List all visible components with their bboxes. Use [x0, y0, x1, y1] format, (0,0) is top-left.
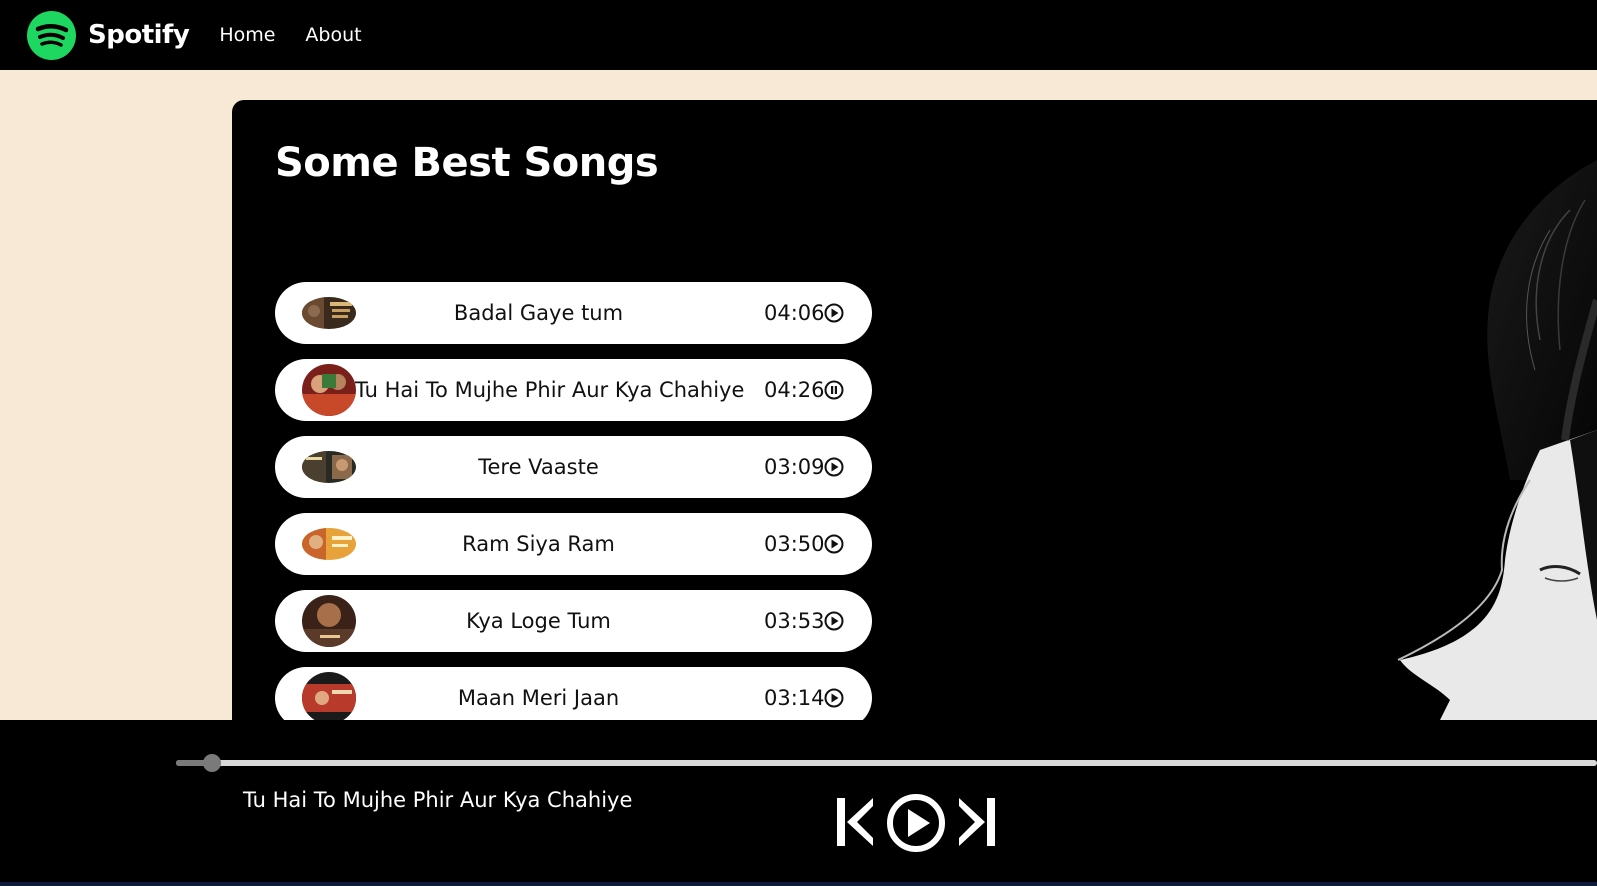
- song-name: Tere Vaaste: [478, 455, 599, 479]
- song-name: Badal Gaye tum: [453, 301, 624, 325]
- nav-about-link[interactable]: About: [305, 24, 361, 46]
- song-cover-image: [302, 595, 356, 647]
- song-item[interactable]: Kya Loge Tum 03:53: [275, 590, 872, 652]
- previous-icon: [837, 798, 873, 846]
- progress-handle[interactable]: [202, 754, 221, 772]
- song-name: Kya Loge Tum: [466, 609, 611, 633]
- play-circle-icon: [887, 794, 945, 852]
- song-item[interactable]: Tu Hai To Mujhe Phir Aur Kya Chahiye 04:…: [275, 359, 872, 421]
- taskbar-edge: [0, 882, 1597, 886]
- song-list: Badal Gaye tum 04:06 Tu Hai To Mujhe Phi…: [275, 282, 872, 740]
- play-circle-icon[interactable]: [824, 457, 844, 477]
- song-name: Ram Siya Ram: [462, 532, 615, 556]
- master-play-button[interactable]: [886, 793, 946, 853]
- song-cover-image: [302, 364, 356, 416]
- previous-button[interactable]: [835, 795, 875, 849]
- song-cover-image: [302, 672, 356, 724]
- song-cover-image: [302, 528, 356, 560]
- bottom-player: Tu Hai To Mujhe Phir Aur Kya Chahiye: [0, 720, 1597, 886]
- song-duration: 03:50: [764, 532, 825, 556]
- brand[interactable]: Spotify: [27, 10, 190, 60]
- next-icon: [959, 798, 995, 846]
- now-playing-title: Tu Hai To Mujhe Phir Aur Kya Chahiye: [243, 788, 633, 812]
- progress-bar[interactable]: [176, 754, 1597, 772]
- song-item[interactable]: Tere Vaaste 03:09: [275, 436, 872, 498]
- spotify-logo-icon: [27, 10, 76, 60]
- play-circle-icon[interactable]: [824, 688, 844, 708]
- background-portrait-image: [1240, 100, 1597, 720]
- page-title: Some Best Songs: [275, 140, 659, 186]
- brand-name: Spotify: [88, 20, 190, 50]
- song-duration: 04:06: [764, 301, 825, 325]
- song-item[interactable]: Badal Gaye tum 04:06: [275, 282, 872, 344]
- play-circle-icon[interactable]: [824, 534, 844, 554]
- play-circle-icon[interactable]: [824, 303, 844, 323]
- play-circle-icon[interactable]: [824, 611, 844, 631]
- next-button[interactable]: [957, 795, 997, 849]
- song-duration: 03:09: [764, 455, 825, 479]
- song-cover-image: [302, 297, 356, 329]
- nav-home-link[interactable]: Home: [219, 24, 275, 46]
- song-cover-image: [302, 451, 356, 483]
- song-name: Tu Hai To Mujhe Phir Aur Kya Chahiye: [355, 378, 745, 402]
- song-duration: 03:53: [764, 609, 825, 633]
- top-navbar: Spotify Home About: [0, 0, 1597, 70]
- song-duration: 04:26: [764, 378, 825, 402]
- song-item[interactable]: Ram Siya Ram 03:50: [275, 513, 872, 575]
- pause-circle-icon[interactable]: [824, 380, 844, 400]
